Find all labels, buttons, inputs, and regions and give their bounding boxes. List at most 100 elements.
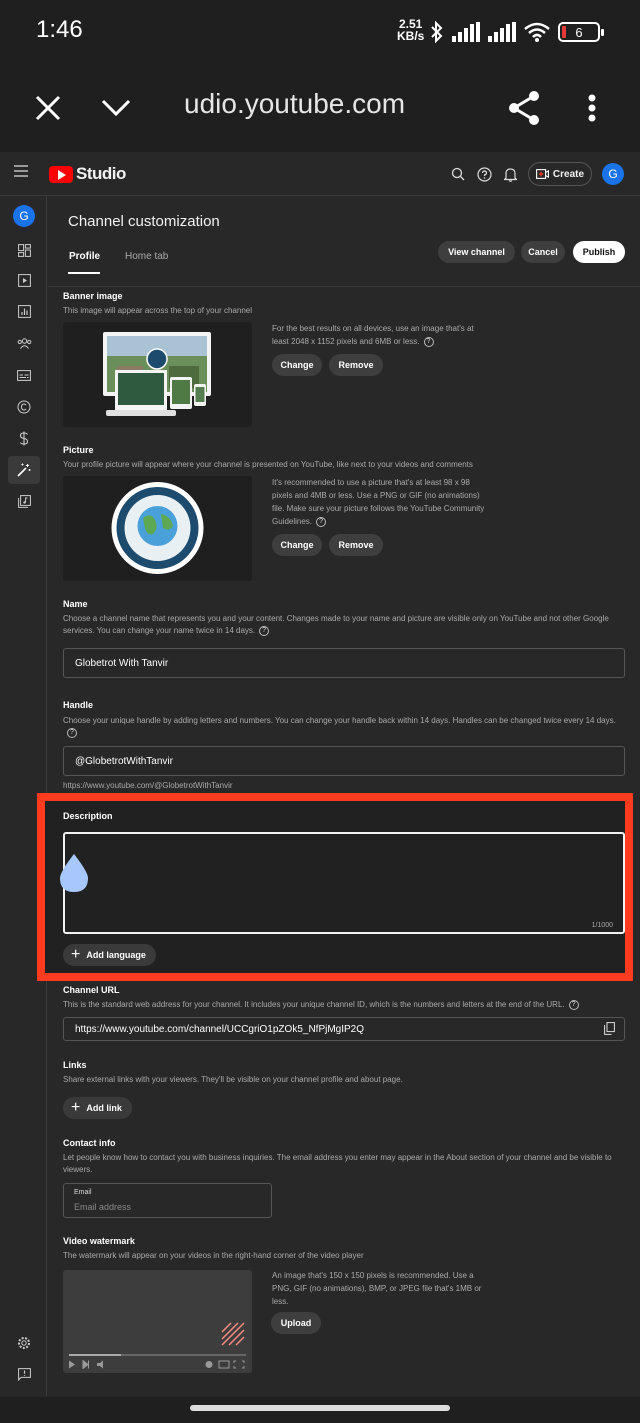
close-tab-button[interactable] [26,86,70,130]
picture-change-button[interactable]: Change [272,534,322,556]
studio-logo[interactable]: Studio [49,164,126,184]
signal-icon [452,22,480,42]
contact-title: Contact info [63,1138,116,1148]
signal-icon-2 [488,22,516,42]
analytics-icon [17,304,31,318]
handle-url-hint: https://www.youtube.com/@GlobetrotWithTa… [63,781,233,790]
video-library-icon [17,273,31,287]
help-icon[interactable]: ? [568,999,579,1010]
sidebar-item-analytics[interactable] [8,297,40,325]
share-icon [509,91,539,125]
description-title: Description [63,811,113,821]
help-icon[interactable]: ? [423,336,434,347]
banner-devices-image [103,332,211,416]
name-title: Name [63,599,88,609]
publish-button[interactable]: Publish [573,241,625,263]
picture-remove-button[interactable]: Remove [329,534,383,556]
plus-icon: + [71,946,81,963]
name-desc: Choose a channel name that represents yo… [63,614,609,636]
watermark-upload-button[interactable]: Upload [271,1312,321,1334]
sidebar-item-settings[interactable] [8,1329,40,1357]
address-bar[interactable]: udio.youtube.com [184,88,405,120]
youtube-logo-icon [49,165,73,183]
help-button[interactable] [476,166,492,182]
active-tab-indicator [68,272,100,274]
contact-desc: Let people know how to contact you with … [63,1153,612,1174]
notifications-button[interactable] [502,166,518,182]
browser-toolbar: udio.youtube.com [0,64,640,152]
status-icons: 6 [430,18,604,46]
add-language-button[interactable]: + Add language [63,944,156,966]
bluetooth-icon [431,21,443,43]
cancel-button[interactable]: Cancel [521,241,565,263]
watermark-placeholder-icon [221,1322,245,1346]
help-icon[interactable]: ? [67,727,77,738]
header-divider [48,286,640,287]
sidebar-item-feedback[interactable] [8,1360,40,1388]
sidebar-item-audio-library[interactable] [8,487,40,515]
gesture-navigation-bar [0,1397,640,1423]
create-button[interactable]: Create [528,162,592,186]
sidebar-item-earn[interactable] [8,424,40,452]
copy-icon[interactable] [604,1022,615,1035]
email-input[interactable] [74,1202,254,1212]
handle-desc: Choose your unique handle by adding lett… [63,716,616,738]
email-field[interactable]: Email [63,1183,272,1218]
more-vert-icon [588,94,596,122]
sidebar-channel-avatar[interactable]: G [13,205,35,227]
more-menu-button[interactable] [570,86,614,130]
chevron-down-icon [101,99,131,117]
description-textarea[interactable]: 1/1000 [63,832,625,934]
watermark-title: Video watermark [63,1236,135,1246]
watermark-preview [63,1270,252,1373]
sidebar-item-community[interactable] [8,329,40,357]
name-input[interactable]: Globetrot With Tanvir [63,648,625,678]
account-avatar[interactable]: G [602,163,624,185]
watermark-desc: The watermark will appear on your videos… [63,1251,364,1260]
audio-library-icon [17,494,31,508]
sidebar-item-content[interactable] [8,266,40,294]
video-progress-bar [69,1354,246,1356]
sidebar-item-customization[interactable] [8,456,40,484]
text-cursor-handle-icon[interactable] [56,852,92,894]
hamburger-menu-button[interactable] [14,164,28,182]
share-button[interactable] [502,86,546,130]
plus-icon: + [71,1099,81,1116]
copyright-icon [17,400,31,414]
banner-desc: This image will appear across the top of… [63,306,252,315]
channel-url-title: Channel URL [63,985,120,995]
magic-wand-icon [17,463,31,477]
search-icon [451,167,465,181]
player-controls-icon [69,1360,245,1369]
picture-preview [63,476,252,581]
channel-logo-image [111,482,204,574]
feedback-icon [17,1367,31,1381]
home-gesture-handle[interactable] [190,1405,450,1411]
help-icon[interactable]: ? [316,516,327,527]
collapse-button[interactable] [94,86,138,130]
watermark-info: An image that's 150 x 150 pixels is reco… [272,1271,482,1306]
banner-title: Banner image [63,291,123,301]
people-icon [17,337,31,349]
help-icon [476,166,492,182]
banner-preview [63,322,252,427]
page-title: Channel customization [68,213,220,230]
tab-profile[interactable]: Profile [69,251,100,262]
sidebar-item-subtitles[interactable] [8,361,40,389]
sidebar-item-copyright[interactable] [8,393,40,421]
help-icon[interactable]: ? [259,625,270,636]
links-desc: Share external links with your viewers. … [63,1075,403,1084]
handle-input[interactable]: @GlobetrotWithTanvir [63,746,625,776]
view-channel-button[interactable]: View channel [438,241,515,263]
search-button[interactable] [450,166,466,182]
status-time: 1:46 [36,16,83,43]
add-link-button[interactable]: + Add link [63,1097,132,1119]
tab-home[interactable]: Home tab [125,251,168,262]
sidebar-item-dashboard[interactable] [8,236,40,264]
channel-url-field[interactable]: https://www.youtube.com/channel/UCCgriO1… [63,1017,625,1041]
dollar-icon [19,431,29,445]
banner-change-button[interactable]: Change [272,354,322,376]
banner-remove-button[interactable]: Remove [329,354,383,376]
picture-info: It's recommended to use a picture that's… [272,478,485,527]
wifi-icon [524,22,550,42]
